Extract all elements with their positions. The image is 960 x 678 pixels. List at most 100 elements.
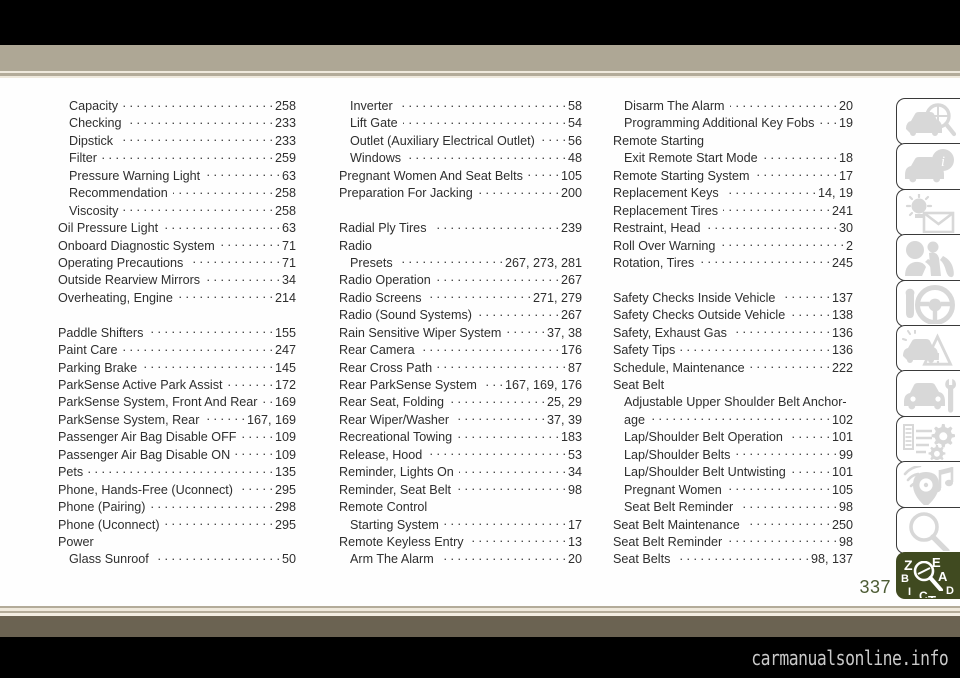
index-entry[interactable]: Radio [339, 238, 582, 255]
index-entry-title: Viscosity [69, 203, 119, 218]
index-entry[interactable]: Pets 135 [58, 464, 296, 481]
index-entry[interactable]: Presets 267, 273, 281 [339, 255, 582, 272]
index-entry[interactable]: Remote Control [339, 499, 582, 516]
index-entry[interactable]: Checking 233 [58, 115, 296, 132]
index-entry-title: Radio (Sound Systems) [339, 308, 472, 323]
section-tab-car-info[interactable]: i [896, 143, 960, 191]
index-entry[interactable]: Onboard Diagnostic System 71 [58, 238, 296, 255]
index-entry-page: 295 [274, 482, 296, 497]
index-entry[interactable]: Seat Belt Maintenance 250 [613, 517, 853, 534]
index-entry-page: 34 [567, 465, 582, 480]
index-entry[interactable]: Remote Starting System 17 [613, 168, 853, 185]
section-tab-index-letters[interactable]: ZEBAICTD [896, 552, 960, 599]
index-entry-title: Seat Belts [613, 552, 671, 567]
index-entry[interactable]: Arm The Alarm 20 [339, 551, 582, 568]
index-entry[interactable]: Release, Hood 53 [339, 447, 582, 464]
index-entry[interactable]: Overheating, Engine 214 [58, 290, 296, 307]
index-entry[interactable]: Rotation, Tires 245 [613, 255, 853, 272]
index-entry[interactable]: Rain Sensitive Wiper System 37, 38 [339, 325, 582, 342]
index-entry[interactable]: Safety, Exhaust Gas 136 [613, 325, 853, 342]
index-entry[interactable]: Oil Pressure Light 63 [58, 220, 296, 237]
index-entry[interactable]: Replacement Keys 14, 19 [613, 185, 853, 202]
section-tab-list-gears[interactable] [896, 415, 960, 463]
index-entry[interactable]: Starting System 17 [339, 517, 582, 534]
index-entry[interactable]: Inverter 58 [339, 98, 582, 115]
index-leader-dots [154, 551, 280, 563]
index-entry[interactable]: ParkSense Active Park Assist 172 [58, 377, 296, 394]
index-entry[interactable]: Disarm The Alarm 20 [613, 98, 853, 115]
index-entry[interactable]: Lap/Shoulder Belts 99 [613, 447, 853, 464]
index-entry[interactable]: Radial Ply Tires 239 [339, 220, 582, 237]
index-entry[interactable]: Paint Care 247 [58, 342, 296, 359]
index-entry[interactable]: Rear Camera 176 [339, 342, 582, 359]
index-entry[interactable]: Replacement Tires 241 [613, 203, 853, 220]
index-entry[interactable]: Capacity 258 [58, 98, 296, 115]
section-tab-magnifier[interactable] [896, 506, 960, 554]
section-tab-car-magnifier[interactable] [896, 98, 960, 145]
index-entry[interactable]: ParkSense System, Rear 167, 169 [58, 412, 296, 429]
index-entry[interactable]: Reminder, Seat Belt 98 [339, 482, 582, 499]
index-entry[interactable]: Windows 48 [339, 150, 582, 167]
section-tab-key-steering-wheel[interactable] [896, 279, 960, 327]
index-entry[interactable]: Rear Wiper/Washer 37, 39 [339, 412, 582, 429]
index-entry[interactable]: Pregnant Women And Seat Belts 105 [339, 168, 582, 185]
index-entry[interactable]: Dipstick 233 [58, 133, 296, 150]
section-tab-airbag-occupant[interactable] [896, 234, 960, 282]
index-entry[interactable]: Paddle Shifters 155 [58, 325, 296, 342]
index-entry[interactable]: Pregnant Women 105 [613, 482, 853, 499]
index-entry[interactable]: Rear Cross Path 87 [339, 360, 582, 377]
section-tab-media-note[interactable] [896, 461, 960, 509]
index-entry-title: Safety Checks Inside Vehicle [613, 290, 776, 305]
index-entry-page: 71 [281, 255, 296, 270]
index-entry[interactable]: Safety Tips 136 [613, 342, 853, 359]
index-entry-page: 101 [831, 465, 853, 480]
index-entry[interactable]: Programming Additional Key Fobs 19 [613, 115, 853, 132]
index-entry[interactable]: Schedule, Maintenance 222 [613, 360, 853, 377]
index-entry[interactable]: Seat Belt Reminder 98 [613, 534, 853, 551]
index-entry[interactable]: Parking Brake 145 [58, 360, 296, 377]
index-entry[interactable]: Power [58, 534, 296, 551]
index-entry[interactable]: Safety Checks Outside Vehicle 138 [613, 307, 853, 324]
section-tab-car-warning-triangle[interactable]: ! [896, 325, 960, 372]
index-entry[interactable]: Exit Remote Start Mode 18 [613, 150, 853, 167]
index-entry[interactable]: Phone, Hands-Free (Uconnect) 295 [58, 482, 296, 499]
index-entry[interactable]: Rear ParkSense System 167, 169, 176 [339, 377, 582, 394]
index-entry[interactable]: age 102 [613, 412, 853, 429]
index-entry[interactable]: Lap/Shoulder Belt Untwisting 101 [613, 464, 853, 481]
index-entry[interactable]: Seat Belt Reminder 98 [613, 499, 853, 516]
index-entry[interactable]: Phone (Uconnect) 295 [58, 517, 296, 534]
index-entry[interactable]: Adjustable Upper Shoulder Belt Anchor- [613, 394, 853, 411]
index-entry[interactable]: Passenger Air Bag Disable ON 109 [58, 447, 296, 464]
index-entry[interactable]: Filter 259 [58, 150, 296, 167]
index-entry[interactable]: Operating Precautions 71 [58, 255, 296, 272]
index-entry[interactable]: Glass Sunroof 50 [58, 551, 296, 568]
index-entry[interactable]: Roll Over Warning 2 [613, 238, 853, 255]
index-entry[interactable]: Radio Operation 267 [339, 272, 582, 289]
index-entry[interactable]: Preparation For Jacking 200 [339, 185, 582, 202]
index-entry[interactable]: Safety Checks Inside Vehicle 137 [613, 290, 853, 307]
index-entry[interactable]: Phone (Pairing) 298 [58, 499, 296, 516]
index-entry[interactable]: Rear Seat, Folding 25, 29 [339, 394, 582, 411]
index-entry[interactable]: Remote Keyless Entry 13 [339, 534, 582, 551]
index-entry[interactable]: Lap/Shoulder Belt Operation 101 [613, 429, 853, 446]
index-entry[interactable]: ParkSense System, Front And Rear 169 [58, 394, 296, 411]
index-entry[interactable]: Recommendation 258 [58, 185, 296, 202]
index-entry[interactable]: Recreational Towing 183 [339, 429, 582, 446]
index-entry[interactable]: Radio Screens 271, 279 [339, 290, 582, 307]
index-entry[interactable]: Outlet (Auxiliary Electrical Outlet) 56 [339, 133, 582, 150]
index-entry[interactable]: Lift Gate 54 [339, 115, 582, 132]
index-entry[interactable]: Seat Belts 98, 137 [613, 551, 853, 568]
section-tab-lamp-envelope[interactable] [896, 188, 960, 236]
index-entry[interactable]: Remote Starting [613, 133, 853, 150]
index-entry[interactable]: Viscosity 258 [58, 203, 296, 220]
index-entry[interactable]: Restraint, Head 30 [613, 220, 853, 237]
index-entry[interactable]: Seat Belt [613, 377, 853, 394]
index-entry[interactable]: Radio (Sound Systems) 267 [339, 307, 582, 324]
index-entry[interactable]: Reminder, Lights On 34 [339, 464, 582, 481]
section-tab-car-wrench[interactable] [896, 370, 960, 418]
index-leader-dots [528, 168, 559, 180]
index-entry[interactable]: Pressure Warning Light 63 [58, 168, 296, 185]
index-entry-title: Phone (Uconnect) [58, 517, 160, 532]
index-entry[interactable]: Outside Rearview Mirrors 34 [58, 272, 296, 289]
index-entry[interactable]: Passenger Air Bag Disable OFF 109 [58, 429, 296, 446]
